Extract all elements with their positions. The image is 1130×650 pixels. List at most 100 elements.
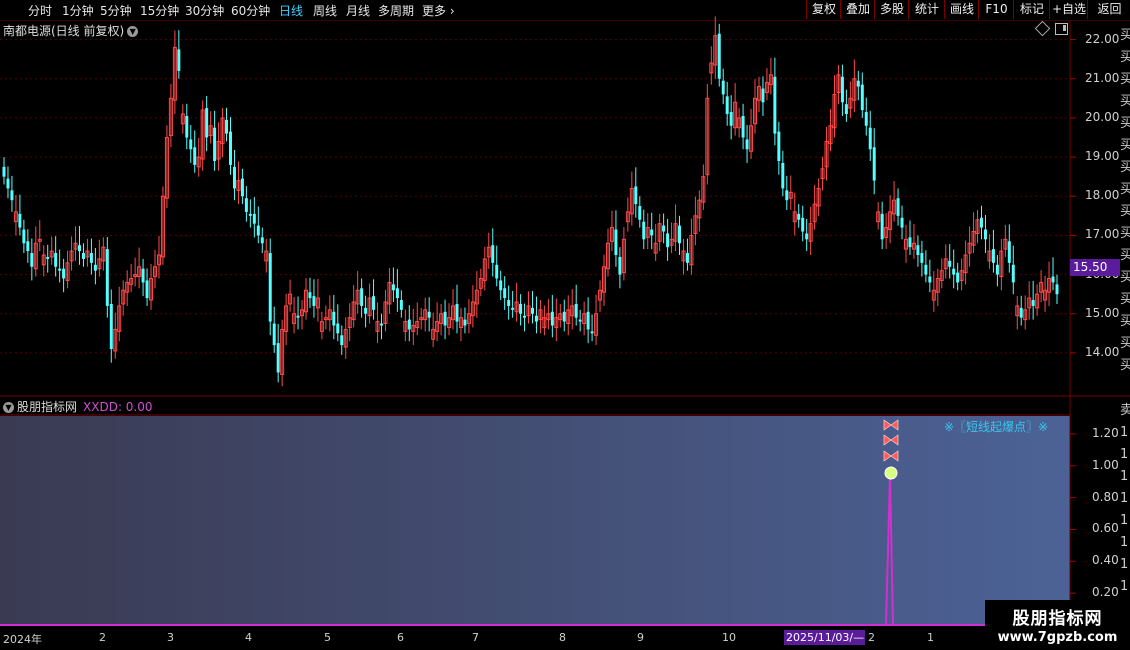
candle-body-187 [745,139,749,150]
candle-body-58 [232,166,236,189]
candle-body-46 [185,115,189,138]
candle-body-4 [18,213,22,228]
candle-body-7 [30,253,34,267]
candle-body-84 [336,323,340,334]
time-tick-0: 2024年 [3,633,42,646]
candle-body-265 [1055,284,1059,295]
candle-body-20 [81,253,85,259]
candle-body-183 [729,112,733,126]
candle-body-95 [379,323,383,326]
candle-body-23 [93,264,97,271]
signal-dot-icon [884,466,898,480]
candle-body-232 [924,264,928,275]
time-tick-2: 3 [167,631,174,644]
candle-body-138 [550,311,554,326]
candle-body-90 [360,288,364,306]
candle-body-27 [109,303,113,349]
candle-body-128 [511,307,515,310]
xxdd-value: XXDD: 0.00 [83,400,153,414]
candle-body-26 [105,249,109,306]
candle-body-131 [523,315,527,318]
indicator-tick-1: 1.00 [1092,457,1119,472]
candle-body-53 [213,127,217,161]
current-price-tag: 15.50 [1070,259,1120,276]
candle-body-195 [777,131,781,161]
candle-body-0 [2,166,6,177]
time-tick-6: 7 [472,631,479,644]
candle-body-60 [240,178,244,197]
candle-body-91 [364,307,368,314]
candle-body-225 [896,198,900,216]
candle-body-133 [530,307,534,314]
candle-body-48 [193,147,197,165]
candle-body-254 [1011,264,1015,283]
candle-body-11 [46,256,50,259]
side-panel-text-lower: 卖11111111 [1120,403,1130,594]
candle-body-253 [1007,241,1011,263]
candle-body-256 [1019,307,1023,318]
price-tick-0: 22.00 [1085,31,1120,46]
watermark: 股朋指标网 www.7gpzb.com [985,600,1130,650]
candle-body-264 [1051,276,1055,283]
candle-body-127 [507,300,511,306]
candle-body-194 [773,76,777,134]
candle-body-57 [228,131,232,165]
candle-body-145 [578,319,582,322]
indicator-tick-3: 0.60 [1092,521,1119,536]
candle-body-61 [244,198,248,212]
candle-body-65 [260,237,264,244]
watermark-title: 股朋指标网 [1012,609,1103,629]
price-tick-4: 18.00 [1085,188,1120,203]
candle-body-83 [332,311,336,326]
price-tick-7: 15.00 [1085,305,1120,320]
candle-body-181 [721,80,725,95]
indicator-tick-5: 0.20 [1092,585,1119,600]
candle-body-93 [372,296,376,310]
candle-body-124 [495,264,499,279]
candle-body-163 [650,229,654,236]
chevron-down-icon[interactable]: ▼ [3,402,14,413]
candle-body-259 [1031,300,1035,306]
candle-body-182 [725,96,729,114]
candle-body-228 [908,237,912,248]
time-tick-8: 9 [637,631,644,644]
candle-body-99 [395,288,399,299]
indicator-tick-0: 1.20 [1092,425,1119,440]
indicator-title: ▼ 股朋指标网 XXDD: 0.00 [3,398,153,415]
candle-body-114 [455,303,459,322]
candle-body-147 [586,311,590,330]
indicator-background [0,416,1070,626]
candle-body-78 [312,296,316,306]
indicator-tick-2: 0.80 [1092,489,1119,504]
candle-body-51 [205,108,209,138]
candle-body-102 [407,319,411,330]
time-tick-1: 2 [99,631,106,644]
candle-body-107 [427,311,431,318]
candle-body-167 [666,233,670,248]
candle-body-64 [256,225,260,236]
time-tick-11: 1 [927,631,934,644]
candle-body-202 [805,233,809,240]
time-tick-3: 4 [245,631,252,644]
candle-body-215 [856,80,860,87]
candle-body-123 [491,245,495,263]
candle-body-250 [995,264,999,275]
indicator-tick-4: 0.40 [1092,553,1119,568]
time-tick-4: 5 [324,631,331,644]
candle-body-63 [252,213,256,224]
candle-body-62 [248,213,252,216]
candle-body-22 [89,253,93,263]
candle-body-15 [62,268,66,279]
candle-body-130 [519,303,523,314]
candle-body-217 [864,112,868,126]
candle-body-216 [860,84,864,111]
watermark-url: www.7gpzb.com [997,630,1118,645]
candle-body-144 [574,303,578,318]
candle-body-77 [308,292,312,299]
indicator-name: 股朋指标网 [17,400,78,414]
time-tick-7: 8 [559,631,566,644]
candle-body-47 [189,139,193,150]
candle-body-67 [268,253,272,322]
candle-body-231 [920,253,924,263]
candle-body-240 [956,272,960,283]
